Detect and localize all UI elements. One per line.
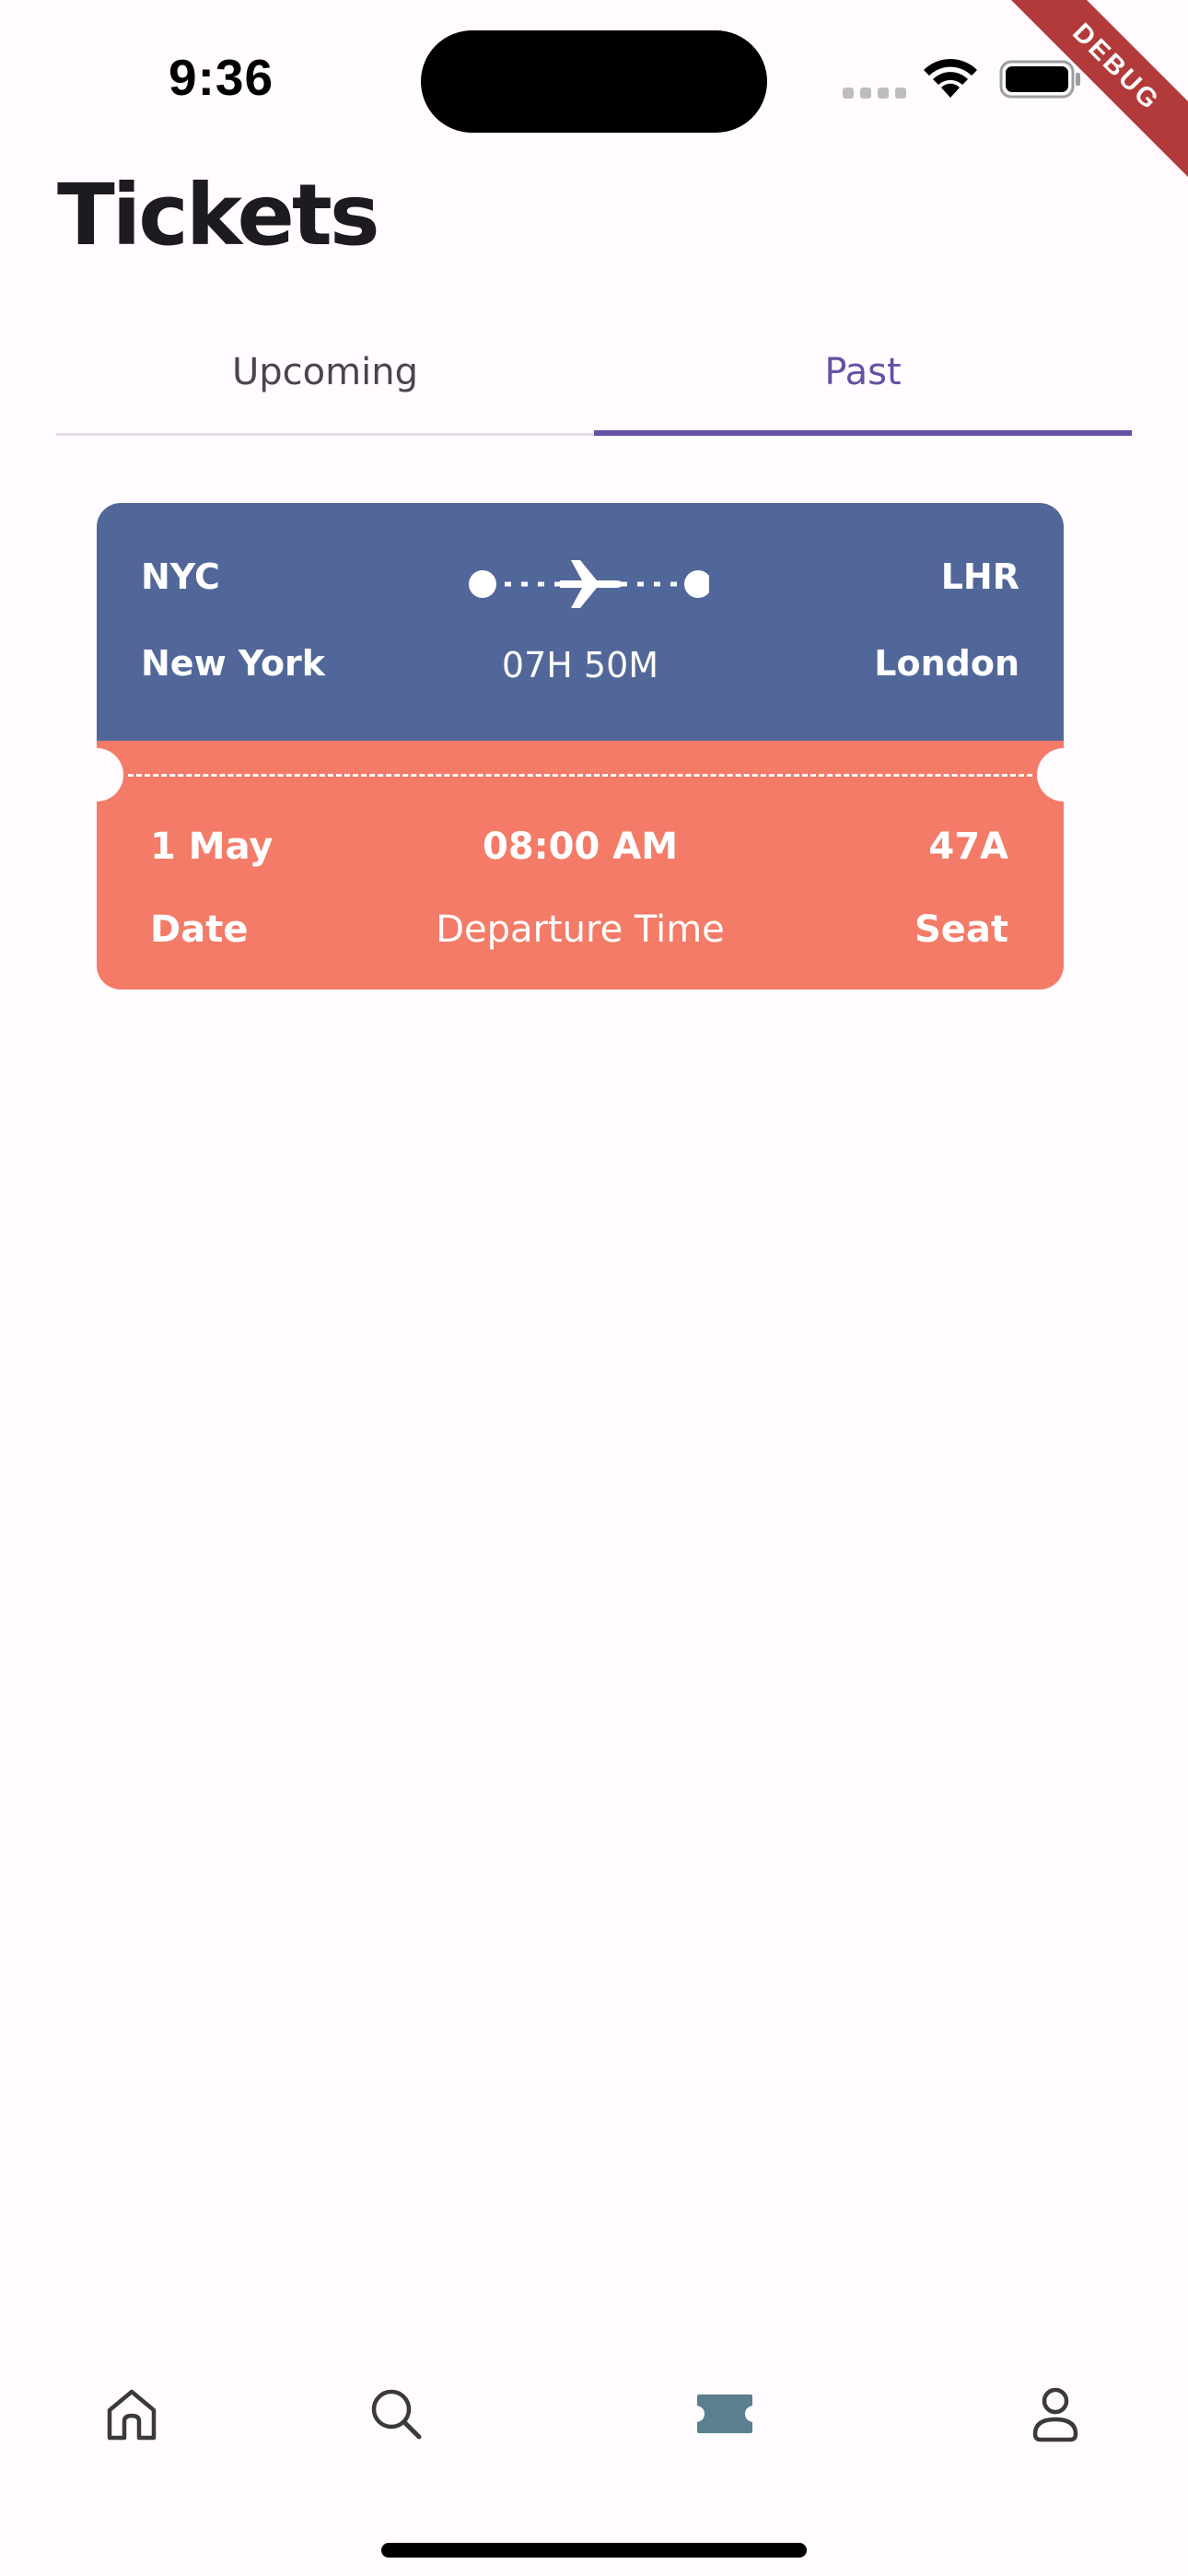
nav-search-button[interactable] [341, 2359, 451, 2469]
home-indicator[interactable] [381, 2543, 807, 2558]
page-title: Tickets [57, 166, 380, 264]
destination-dot [684, 570, 709, 598]
ticket-icon [697, 2395, 752, 2433]
home-icon [107, 2389, 157, 2441]
destination-code: LHR [940, 556, 1019, 597]
airplane-icon [560, 560, 623, 608]
tab-past[interactable]: Past [594, 313, 1132, 430]
ticket-perforation [128, 774, 1032, 777]
seat-value: 47A [928, 825, 1008, 868]
seat-label: Seat [914, 908, 1008, 951]
nav-tickets-button[interactable] [670, 2359, 780, 2469]
tab-bar: Upcoming Past [56, 313, 1132, 436]
cellular-signal-icon [843, 88, 907, 99]
status-bar: 9:36 [0, 0, 1188, 157]
departure-time-value: 08:00 AM [482, 825, 678, 868]
tab-upcoming[interactable]: Upcoming [56, 313, 594, 430]
ticket-notch-left [70, 748, 123, 802]
status-time: 9:36 [169, 49, 274, 106]
dynamic-island [421, 30, 767, 133]
battery-icon [999, 60, 1080, 99]
ticket-notch-right [1037, 748, 1090, 802]
nav-home-button[interactable] [76, 2359, 187, 2469]
destination-city: London [874, 643, 1019, 684]
bottom-navigation [0, 2322, 1188, 2488]
search-icon [371, 2389, 422, 2440]
flight-route-graphic [469, 560, 709, 608]
profile-icon [1032, 2387, 1078, 2442]
wifi-icon [924, 58, 977, 98]
nav-profile-button[interactable] [1000, 2359, 1111, 2469]
origin-dot [469, 570, 496, 598]
tab-indicator [594, 430, 1132, 436]
ticket-route-section: NYC LHR New York 07H 50M London [97, 503, 1064, 741]
ticket-card[interactable]: NYC LHR New York 07H 50M London 1 May 08… [70, 503, 1090, 989]
origin-code: NYC [141, 556, 220, 597]
